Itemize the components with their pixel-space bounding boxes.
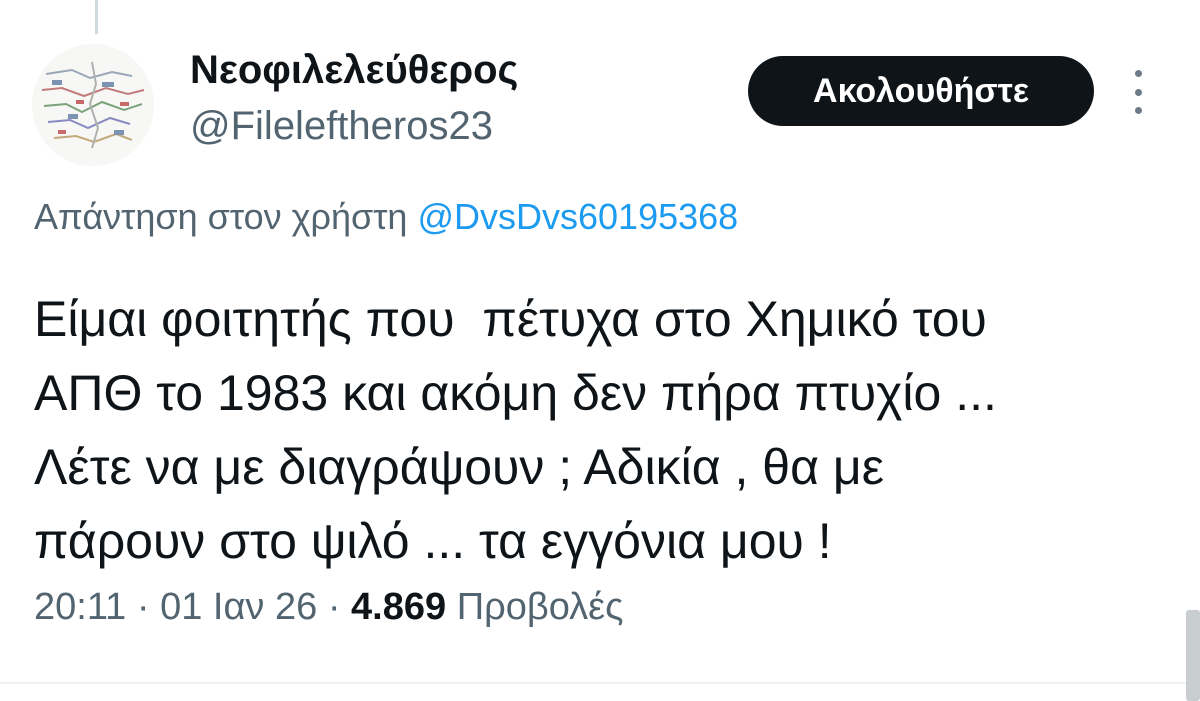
scrollbar[interactable]	[1186, 610, 1200, 701]
tweet-meta: 20:11 · 01 Ιαν 26 · 4.869 Προβολές	[34, 586, 623, 629]
tweet-line: Είμαι φοιτητής που πέτυχα στο Χημικό του	[34, 291, 987, 347]
divider	[0, 682, 1200, 684]
tweet-date: 01 Ιαν 26	[160, 586, 318, 628]
reply-prefix: Απάντηση στον χρήστη	[34, 196, 408, 237]
tweet-time-link[interactable]: 20:11 · 01 Ιαν 26	[34, 586, 317, 628]
tweet-time: 20:11	[34, 586, 127, 628]
tweet-line: Λέτε να με διαγράψουν ; Αδικία , θα με	[34, 439, 884, 495]
tweet-line: πάρουν στο ψιλό ... τα εγγόνια μου !	[34, 513, 832, 569]
views-link[interactable]: 4.869 Προβολές	[351, 586, 623, 628]
tweet-line: ΑΠΘ το 1983 και ακόμη δεν πήρα πτυχίο ..…	[34, 365, 997, 421]
tweet-page: Νεοφιλελεύθερος @Fileleftheros23 Ακολουθ…	[0, 0, 1200, 701]
reply-context: Απάντηση στον χρήστη @DvsDvs60195368	[34, 196, 738, 238]
meta-separator: ·	[136, 586, 150, 628]
views-label: Προβολές	[456, 586, 624, 628]
more-vertical-icon[interactable]	[1128, 70, 1148, 114]
avatar[interactable]	[32, 44, 154, 166]
avatar-image	[32, 44, 154, 166]
thread-connector-line	[95, 0, 98, 34]
follow-button[interactable]: Ακολουθήστε	[748, 56, 1094, 126]
display-name[interactable]: Νεοφιλελεύθερος	[190, 48, 518, 93]
user-handle[interactable]: @Fileleftheros23	[190, 104, 493, 149]
dot	[1134, 88, 1142, 96]
reply-mention-link[interactable]: @DvsDvs60195368	[417, 196, 738, 237]
dot	[1134, 70, 1142, 77]
dot	[1134, 107, 1142, 114]
views-count: 4.869	[351, 586, 447, 628]
meta-separator: ·	[327, 586, 341, 628]
tweet-text: Είμαι φοιτητής που πέτυχα στο Χημικό του…	[34, 282, 1174, 578]
